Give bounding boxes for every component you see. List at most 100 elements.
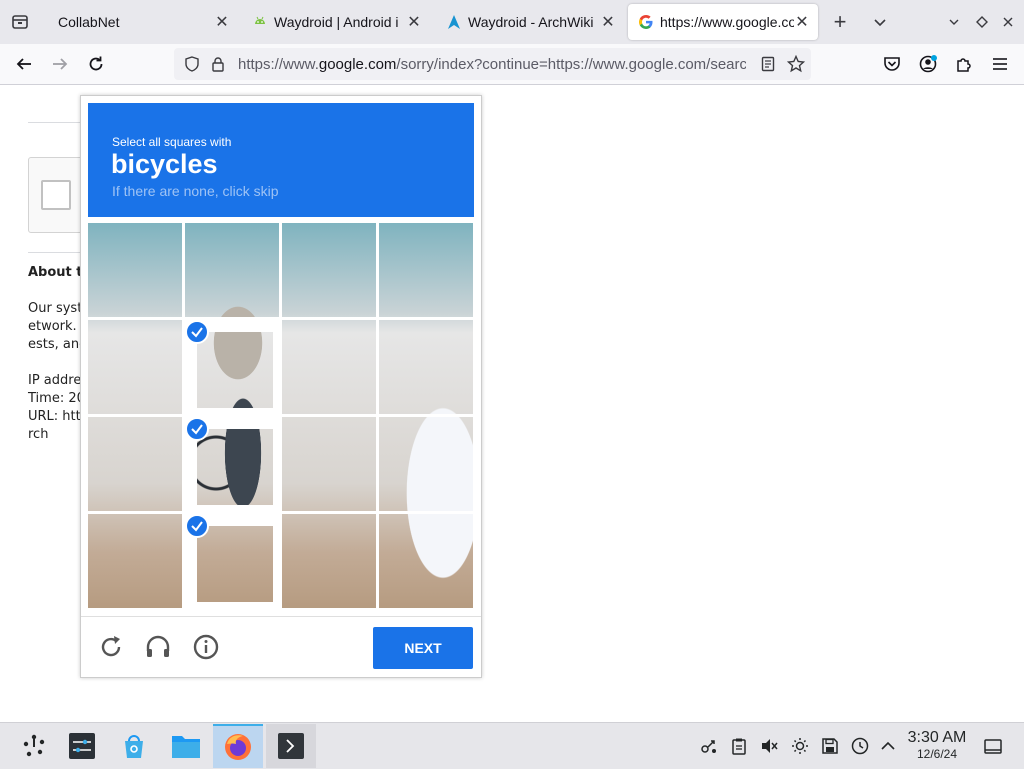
maximize-icon[interactable]	[970, 10, 994, 34]
minimize-icon[interactable]	[942, 10, 966, 34]
url-path: /sorry/index?continue=https://www.google…	[396, 56, 746, 73]
clock-time[interactable]: 3:30 AM	[902, 729, 972, 747]
tile-image	[379, 320, 473, 414]
checkmark-icon	[185, 320, 209, 344]
tab-collabnet[interactable]: CollabNet ✕	[44, 0, 238, 44]
time-label: Time: 20	[28, 391, 85, 406]
google-icon	[639, 15, 653, 29]
image-tile[interactable]	[379, 223, 473, 317]
firefox-view-icon[interactable]	[8, 10, 32, 34]
lock-icon[interactable]	[204, 50, 232, 78]
tile-image	[197, 429, 273, 505]
tracking-protection-icon[interactable]	[178, 50, 206, 78]
new-tab-icon[interactable]: +	[828, 9, 852, 34]
tile-image	[88, 223, 182, 317]
discover-store-icon[interactable]	[112, 726, 156, 766]
reload-page-icon[interactable]	[82, 50, 110, 78]
brightness-icon[interactable]	[791, 737, 809, 755]
info-icon[interactable]	[192, 633, 220, 661]
tab-title: CollabNet	[58, 14, 120, 30]
tile-image	[282, 417, 376, 511]
close-icon[interactable]: ✕	[600, 14, 616, 31]
checkmark-icon	[185, 417, 209, 441]
tab-google-sorry[interactable]: https://www.google.com/sorry/index ✕	[628, 4, 818, 40]
close-icon[interactable]: ✕	[406, 14, 422, 31]
updates-icon[interactable]	[851, 737, 869, 755]
image-tile[interactable]	[88, 417, 182, 511]
image-tile[interactable]	[185, 223, 279, 317]
firefox-icon[interactable]	[213, 724, 263, 768]
list-all-tabs-icon[interactable]	[868, 10, 892, 34]
tab-waydroid-archwiki[interactable]: Waydroid - ArchWiki ✕	[434, 0, 624, 44]
save-icon[interactable]	[821, 737, 839, 755]
tile-image	[185, 223, 279, 317]
tile-image	[379, 223, 473, 317]
tile-image	[88, 417, 182, 511]
image-tile[interactable]	[282, 320, 376, 414]
ip-address-label: IP addre	[28, 373, 82, 388]
image-tile[interactable]	[88, 514, 182, 608]
navigation-toolbar: https://www.google.com/sorry/index?conti…	[0, 44, 1024, 85]
tile-image	[197, 526, 273, 602]
clipboard-icon[interactable]	[730, 737, 748, 755]
back-icon[interactable]	[10, 50, 38, 78]
forward-icon[interactable]	[46, 50, 74, 78]
account-icon[interactable]	[914, 50, 942, 78]
image-tile[interactable]	[379, 417, 473, 511]
tile-image	[282, 514, 376, 608]
page-text-line: Our syst	[28, 301, 83, 316]
volume-muted-icon[interactable]	[760, 737, 778, 755]
tab-title: Waydroid - ArchWiki	[468, 14, 594, 30]
tile-image	[282, 223, 376, 317]
reader-view-icon[interactable]	[754, 50, 782, 78]
bookmark-star-icon[interactable]	[782, 50, 810, 78]
image-tile[interactable]	[185, 320, 279, 414]
challenge-target: bicycles	[111, 149, 218, 179]
expand-tray-icon[interactable]	[879, 737, 897, 755]
tile-image	[379, 514, 473, 608]
file-manager-icon[interactable]	[164, 726, 208, 766]
tab-title: https://www.google.com/sorry/index	[660, 14, 794, 30]
challenge-instruction: Select all squares with	[112, 135, 232, 149]
image-tile[interactable]	[379, 320, 473, 414]
page-divider-top	[28, 122, 88, 123]
pocket-icon[interactable]	[878, 50, 906, 78]
system-settings-icon[interactable]	[60, 726, 104, 766]
archlinux-icon	[448, 15, 460, 29]
url-domain: google.com	[318, 56, 397, 73]
checkmark-icon	[185, 514, 209, 538]
page-divider-bottom	[28, 252, 88, 253]
show-desktop-icon[interactable]	[983, 737, 1003, 757]
audio-headphones-icon[interactable]	[144, 633, 172, 661]
taskbar: 3:30 AM 12/6/24	[0, 722, 1024, 769]
image-tile[interactable]	[282, 223, 376, 317]
app-launcher-icon[interactable]	[12, 726, 56, 766]
kde-connect-icon[interactable]	[700, 737, 718, 755]
image-tile[interactable]	[282, 417, 376, 511]
url-text[interactable]: https://www.google.com/sorry/index?conti…	[238, 56, 746, 73]
tab-waydroid-android[interactable]: Waydroid | Android in a Linux container …	[240, 0, 430, 44]
challenge-hint: If there are none, click skip	[112, 183, 279, 199]
image-tile[interactable]	[282, 514, 376, 608]
clock-date[interactable]: 12/6/24	[902, 747, 972, 761]
menu-hamburger-icon[interactable]	[986, 50, 1014, 78]
challenge-image-grid	[88, 223, 474, 609]
recaptcha-checkbox[interactable]	[41, 180, 71, 210]
close-icon[interactable]: ✕	[794, 14, 810, 31]
tab-title: Waydroid | Android in a Linux container	[274, 14, 398, 30]
image-tile[interactable]	[185, 417, 279, 511]
image-tile[interactable]	[379, 514, 473, 608]
reload-icon[interactable]	[97, 633, 125, 661]
challenge-footer: NEXT	[81, 616, 481, 678]
tile-image	[197, 332, 273, 408]
terminal-icon[interactable]	[266, 724, 316, 768]
tab-strip: CollabNet ✕ Waydroid | Android in a Linu…	[0, 0, 1024, 44]
close-icon[interactable]: ✕	[214, 14, 230, 31]
close-window-icon[interactable]	[996, 10, 1020, 34]
next-button[interactable]: NEXT	[373, 627, 473, 669]
extensions-icon[interactable]	[950, 50, 978, 78]
url-bar[interactable]: https://www.google.com/sorry/index?conti…	[174, 48, 811, 80]
image-tile[interactable]	[88, 223, 182, 317]
image-tile[interactable]	[88, 320, 182, 414]
image-tile[interactable]	[185, 514, 279, 608]
